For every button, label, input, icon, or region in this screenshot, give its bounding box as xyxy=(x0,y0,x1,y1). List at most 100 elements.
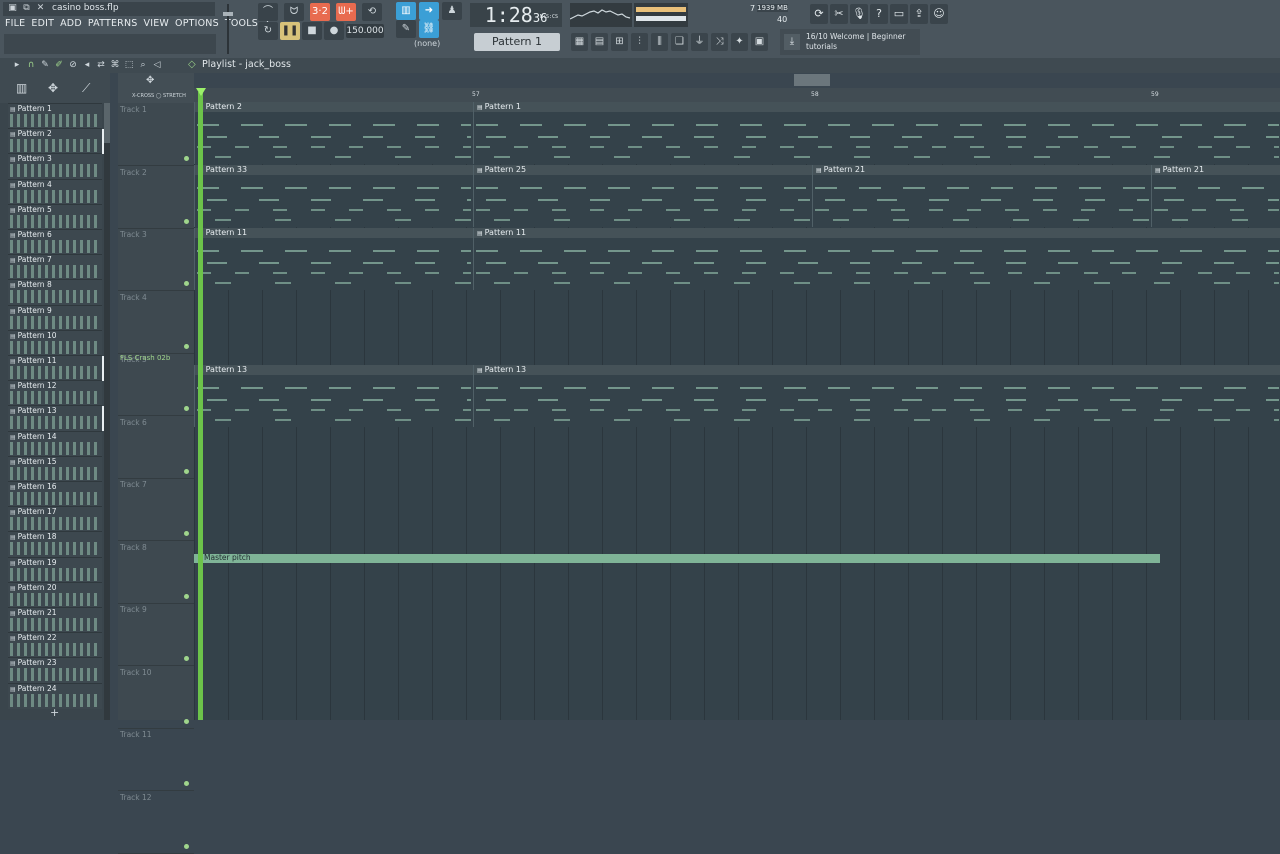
track-led[interactable] xyxy=(184,656,189,661)
track-led[interactable] xyxy=(184,843,189,849)
project-icon[interactable]: ▣ xyxy=(751,33,768,51)
track-led[interactable] xyxy=(184,406,189,411)
track-led[interactable] xyxy=(184,281,189,286)
mute-icon[interactable]: ◂ xyxy=(82,59,92,71)
curve-icon[interactable]: ⟋ xyxy=(82,81,90,96)
browser-icon[interactable]: ❑ xyxy=(671,33,688,51)
track-header[interactable]: Track 3 xyxy=(118,228,194,291)
menu-add[interactable]: ADD xyxy=(60,18,82,32)
snap-mode-icon[interactable]: ▥ xyxy=(396,2,416,20)
help-icon[interactable]: ? xyxy=(870,4,888,24)
restore-icon[interactable]: ⧉ xyxy=(21,3,32,14)
pattern-item[interactable]: Pattern 16 xyxy=(8,481,102,507)
clip[interactable]: Pattern 21 xyxy=(1151,165,1280,227)
clip[interactable]: Pattern 13 xyxy=(473,365,1280,427)
clip[interactable]: Pattern 13 xyxy=(194,365,473,427)
track-led[interactable] xyxy=(184,593,189,599)
menu-view[interactable]: VIEW xyxy=(144,18,170,32)
timeline-ruler[interactable]: 57 58 59 xyxy=(194,74,1280,102)
menu-edit[interactable]: EDIT xyxy=(31,18,54,32)
record-button[interactable]: ● xyxy=(324,22,344,40)
pattern-item[interactable]: Pattern 22 xyxy=(8,632,102,659)
menu-file[interactable]: FILE xyxy=(5,18,25,32)
close-icon[interactable]: ✕ xyxy=(35,3,46,14)
pattern-item[interactable]: Pattern 19 xyxy=(8,556,102,583)
automation-clip[interactable]: Master pitch xyxy=(194,553,1160,563)
crosshair-icon[interactable]: ✥ xyxy=(146,75,154,86)
track-header[interactable]: Track 12 xyxy=(118,791,194,854)
horizontal-scrollbar-thumb[interactable] xyxy=(794,74,830,86)
blend-notes-icon[interactable]: ᗯ+ xyxy=(336,3,356,21)
stop-button[interactable]: ■ xyxy=(302,22,322,40)
link-icon[interactable]: ⛓ xyxy=(419,20,439,38)
clip[interactable]: Pattern 2 xyxy=(194,102,473,164)
tuner-icon[interactable]: ⤨ xyxy=(711,33,728,51)
piano-roll-icon[interactable]: ⊞ xyxy=(611,33,628,51)
tutorial-hint[interactable]: ⤓ 16/10 Welcome | Beginner tutorials xyxy=(780,29,920,55)
clip[interactable]: Pattern 11 xyxy=(194,228,473,290)
pattern-item[interactable]: Pattern 3 xyxy=(8,153,102,180)
refresh-icon[interactable]: ⟳ xyxy=(810,4,828,24)
loop-record-icon[interactable]: ⟲ xyxy=(362,3,382,21)
track-header[interactable]: Track 8 xyxy=(118,541,194,604)
pencil-icon[interactable]: ✎ xyxy=(40,59,50,71)
track-led[interactable] xyxy=(184,468,189,474)
pattern-item[interactable]: Pattern 21 xyxy=(8,607,102,633)
mixer-sliders-icon[interactable]: ⫼ xyxy=(651,33,668,51)
clip[interactable]: Pattern 25 xyxy=(473,165,812,227)
arrow-icon[interactable]: ▸ xyxy=(12,59,22,71)
pattern-item[interactable]: Pattern 6 xyxy=(8,229,102,255)
playhead[interactable] xyxy=(198,92,203,720)
pattern-item[interactable]: Pattern 15 xyxy=(8,455,102,482)
magnet-icon[interactable]: ∩ xyxy=(26,59,36,71)
pattern-item[interactable]: Pattern 17 xyxy=(8,506,102,533)
master-volume-slider[interactable] xyxy=(222,4,234,54)
xcross-label[interactable]: X-CROSS ◯ STRETCH xyxy=(132,93,186,99)
pattern-item[interactable]: Pattern 5 xyxy=(8,203,102,230)
track-led[interactable] xyxy=(184,531,189,536)
pattern-item[interactable]: Pattern 11 xyxy=(8,355,104,381)
track-header[interactable]: Track 11 xyxy=(118,728,194,791)
playlist-icon[interactable]: ▦ xyxy=(571,33,588,51)
step-edit-icon[interactable]: ➜ xyxy=(419,2,439,20)
chat-icon[interactable]: ☺ xyxy=(930,4,948,24)
clip[interactable]: Pattern 33 xyxy=(194,165,473,227)
playback-icon[interactable]: ◁ xyxy=(152,59,162,71)
tools-icon[interactable]: ✦ xyxy=(731,33,748,51)
menu-patterns[interactable]: PATTERNS xyxy=(88,18,138,32)
track-led[interactable] xyxy=(184,156,189,161)
track-header[interactable]: Track 5 xyxy=(118,353,194,416)
menu-icon[interactable]: ▣ xyxy=(7,3,18,14)
draw-mode-icon[interactable]: ✎ xyxy=(396,20,416,38)
tempo-display[interactable]: 150.000 xyxy=(346,24,384,38)
pattern-selector[interactable]: Pattern 1 xyxy=(474,33,560,51)
track-led[interactable] xyxy=(184,718,189,724)
pattern-item[interactable]: Pattern 24 xyxy=(8,682,102,709)
pattern-item[interactable]: Pattern 8 xyxy=(8,279,102,306)
track-header[interactable]: Track 10 xyxy=(118,666,194,729)
clip[interactable]: Pattern 11 xyxy=(473,228,1280,290)
export-icon[interactable]: ⇪ xyxy=(910,4,928,24)
track-led[interactable] xyxy=(184,781,189,786)
pattern-item[interactable]: Pattern 9 xyxy=(8,304,102,331)
piano-icon[interactable]: ▥ xyxy=(16,81,27,95)
channel-rack-icon[interactable]: ▤ xyxy=(591,33,608,51)
mixer-icon[interactable]: ⫶ xyxy=(631,33,648,51)
track-header[interactable]: Track 9 xyxy=(118,603,194,666)
clip[interactable]: Pattern 1 xyxy=(473,102,1280,164)
slice-icon[interactable]: ⌘ xyxy=(110,59,120,71)
loop-icon[interactable]: ↻ xyxy=(258,22,278,40)
track-led[interactable] xyxy=(184,218,189,224)
crosshair-icon[interactable]: ✥ xyxy=(48,81,58,95)
clip[interactable]: Pattern 21 xyxy=(812,165,1151,227)
track-5-label[interactable]: FLS Crash 02b xyxy=(120,354,170,362)
save-icon[interactable]: ▭ xyxy=(890,4,908,24)
pattern-item[interactable]: Pattern 23 xyxy=(8,657,102,684)
track-led[interactable] xyxy=(184,343,189,349)
track-header[interactable]: Track 4 xyxy=(118,291,194,354)
snap-none[interactable]: (none) xyxy=(414,39,440,48)
picker-scrollbar[interactable] xyxy=(104,103,110,720)
slip-icon[interactable]: ⇄ xyxy=(96,59,106,71)
pattern-item[interactable]: Pattern 14 xyxy=(8,430,102,457)
oscilloscope[interactable] xyxy=(570,3,632,27)
